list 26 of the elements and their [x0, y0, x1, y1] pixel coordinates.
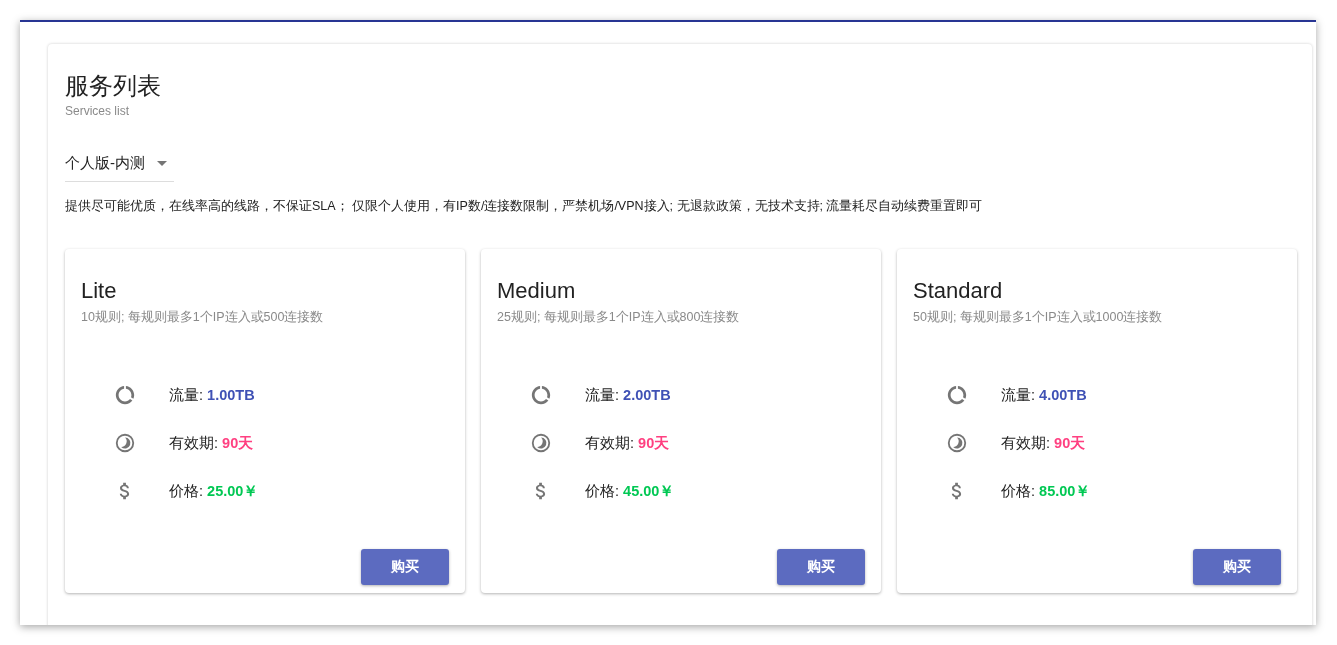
buy-button[interactable]: 购买: [777, 549, 865, 585]
page-subtitle: Services list: [65, 104, 130, 118]
buy-button[interactable]: 购买: [1193, 549, 1281, 585]
spec-text: 价格: 25.00￥: [169, 481, 259, 501]
page-title: 服务列表: [65, 71, 162, 101]
plan-select[interactable]: 个人版-内测: [65, 154, 174, 182]
spec-text: 有效期: 90天: [1001, 433, 1086, 453]
plan-name: Standard: [913, 277, 1004, 305]
buy-button[interactable]: 购买: [361, 549, 449, 585]
plan-details: 50规则; 每规则最多1个IP连入或1000连接数: [913, 309, 1164, 326]
plan-details: 10规则; 每规则最多1个IP连入或500连接数: [81, 309, 325, 326]
caret-icon: [157, 161, 167, 166]
clock-icon: [946, 432, 968, 454]
spec-text: 价格: 45.00￥: [585, 481, 675, 501]
clock-icon: [530, 432, 552, 454]
spec-text: 流量: 2.00TB: [585, 385, 671, 405]
spec-text: 流量: 4.00TB: [1001, 385, 1087, 405]
plan-name: Lite: [81, 277, 118, 305]
description-text: 提供尽可能优质，在线率高的线路，不保证SLA； 仅限个人使用，有IP数/连接数限制，严禁机场/VPN接入; 无退款政策，无技术支持; 流量耗尽自动续费重置即可: [65, 198, 984, 215]
plan-name: Medium: [497, 277, 577, 305]
spec-text: 价格: 85.00￥: [1001, 481, 1091, 501]
clock-icon: [114, 432, 136, 454]
spec-text: 有效期: 90天: [169, 433, 254, 453]
plan-details: 25规则; 每规则最多1个IP连入或800连接数: [497, 309, 741, 326]
spec-text: 流量: 1.00TB: [169, 385, 255, 405]
spec-text: 有效期: 90天: [585, 433, 670, 453]
